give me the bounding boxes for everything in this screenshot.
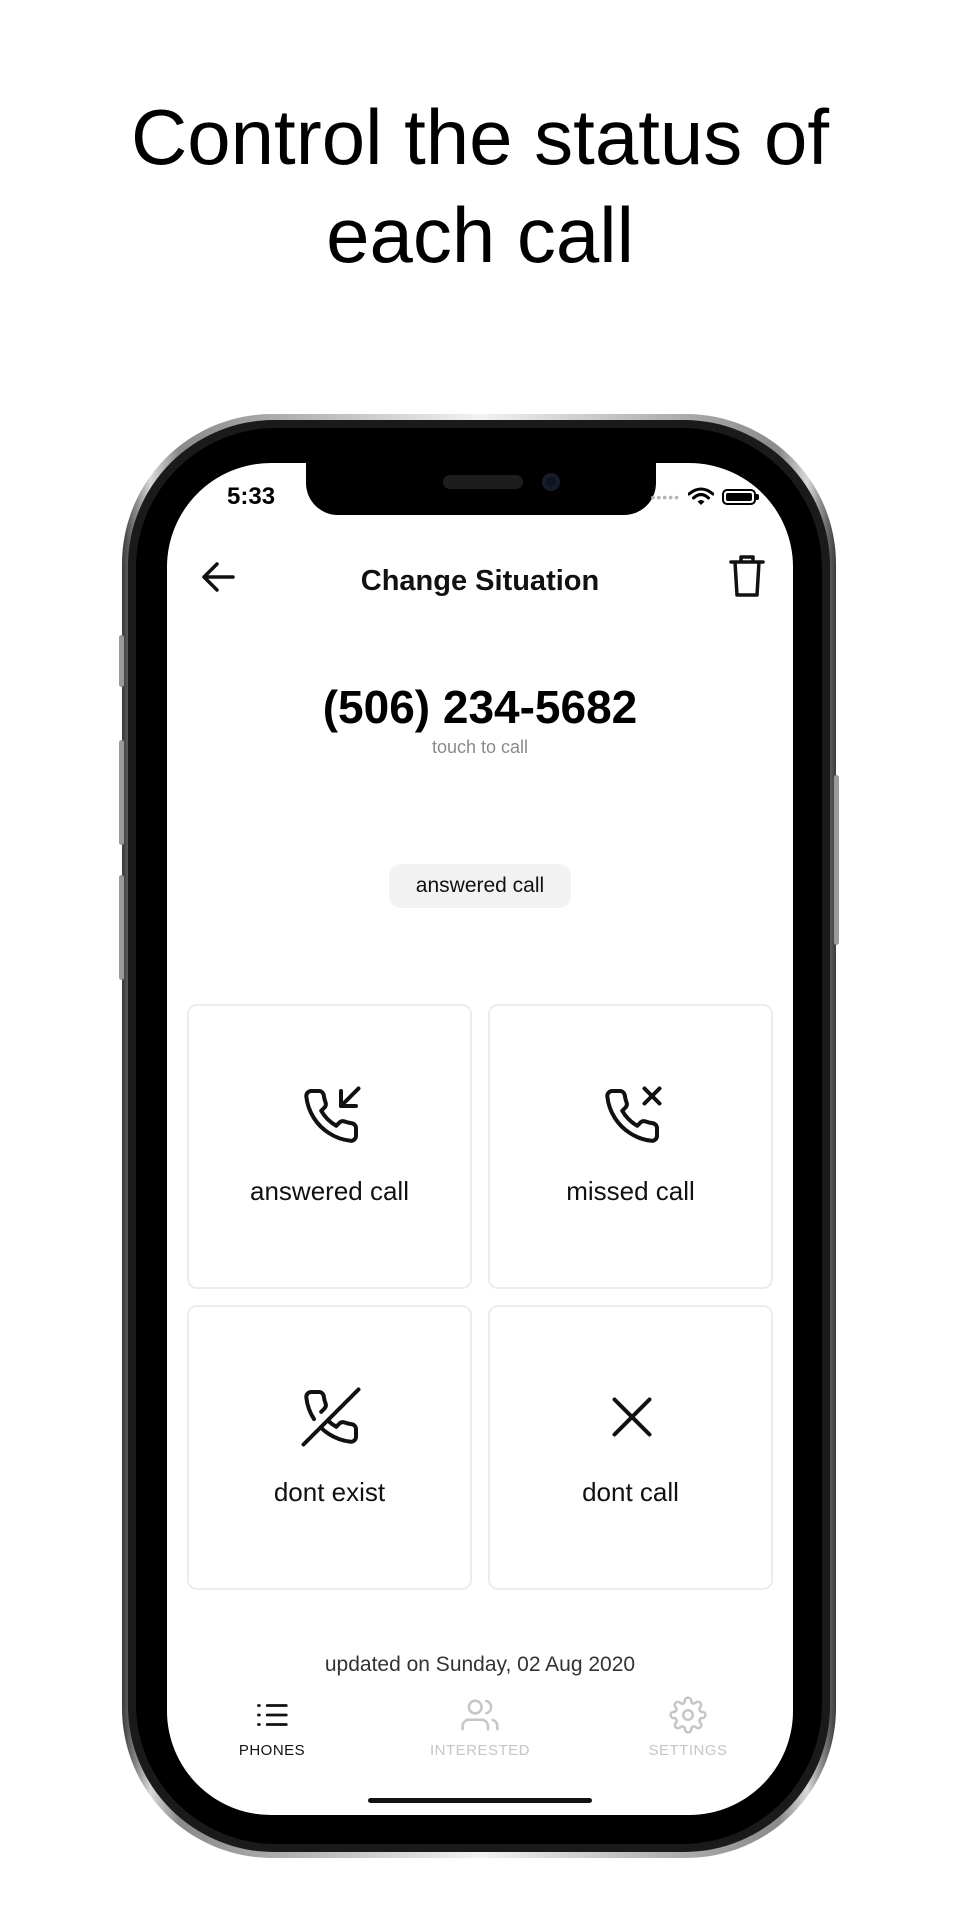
option-missed-call[interactable]: missed call xyxy=(488,1004,773,1289)
headline-line-1: Control the status of xyxy=(130,93,830,181)
option-dont-exist[interactable]: dont exist xyxy=(187,1305,472,1590)
users-icon xyxy=(461,1699,499,1731)
top-nav-bar: Change Situation xyxy=(167,543,793,613)
phone-incoming-icon xyxy=(304,1086,361,1143)
signal-icon: ••••• xyxy=(650,489,680,505)
earpiece-speaker xyxy=(443,475,523,489)
volume-up-button xyxy=(119,740,124,845)
trash-icon[interactable] xyxy=(727,553,767,599)
tab-settings[interactable]: SETTINGS xyxy=(608,1696,768,1759)
touch-to-call-hint: touch to call xyxy=(431,737,529,757)
battery-icon xyxy=(722,489,759,505)
tab-phones[interactable]: PHONES xyxy=(192,1696,352,1759)
tab-interested[interactable]: INTERESTED xyxy=(400,1696,560,1759)
status-indicators: ••••• xyxy=(650,487,759,507)
status-time: 5:33 xyxy=(227,483,276,510)
option-label: dont call xyxy=(582,1477,679,1507)
option-label: missed call xyxy=(566,1176,695,1206)
front-camera xyxy=(542,473,560,491)
tab-label: PHONES xyxy=(238,1742,306,1759)
phone-number-call-button[interactable]: (506) 234-5682 xyxy=(167,680,793,734)
headline-line-2: each call xyxy=(326,191,634,279)
tab-label: INTERESTED xyxy=(429,1742,530,1759)
current-status-badge: answered call xyxy=(389,864,571,908)
tab-label: SETTINGS xyxy=(648,1742,728,1759)
x-icon xyxy=(612,1397,652,1437)
phone-off-icon xyxy=(301,1387,361,1447)
page-title: Change Situation xyxy=(360,565,600,597)
option-label: answered call xyxy=(250,1176,409,1206)
gear-icon xyxy=(669,1696,707,1734)
last-updated-text: updated on Sunday, 02 Aug 2020 xyxy=(324,1653,636,1676)
mute-switch xyxy=(119,635,124,687)
phone-missed-icon xyxy=(605,1086,662,1143)
list-icon xyxy=(257,1704,288,1726)
phone-screen: 5:33 ••••• Change Situation (506) 234-56… xyxy=(167,463,793,1815)
home-indicator[interactable] xyxy=(368,1798,592,1803)
option-label: dont exist xyxy=(273,1477,386,1507)
power-button xyxy=(834,775,839,945)
option-answered-call[interactable]: answered call xyxy=(187,1004,472,1289)
marketing-headline: Control the status of each call xyxy=(0,88,960,284)
wifi-icon xyxy=(688,487,714,505)
option-dont-call[interactable]: dont call xyxy=(488,1305,773,1590)
volume-down-button xyxy=(119,875,124,980)
notch xyxy=(306,463,656,515)
